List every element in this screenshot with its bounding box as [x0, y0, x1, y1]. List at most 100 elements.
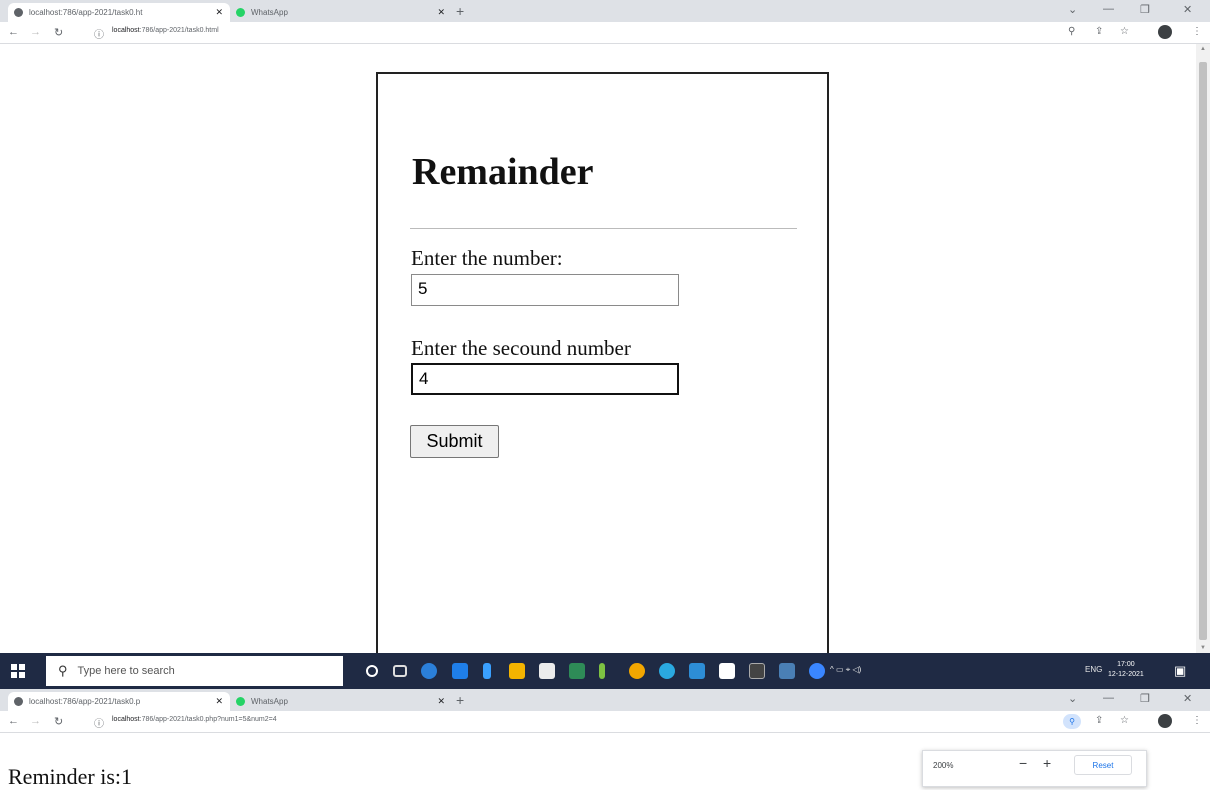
windows-taskbar: ⚲ Type here to search ^ ▭ ⌖ ◁) ENG 17:00…: [0, 653, 1210, 689]
whatsapp-icon: [236, 697, 245, 706]
info-icon[interactable]: ⓘ: [94, 26, 104, 41]
close-tab-icon[interactable]: ✕: [215, 7, 223, 18]
photos-icon[interactable]: [569, 663, 585, 679]
url-host: localhost: [112, 716, 140, 723]
profile-avatar[interactable]: [1158, 25, 1172, 39]
tab-whatsapp[interactable]: WhatsApp ✕: [230, 692, 452, 711]
second-number-label: Enter the secound number: [411, 336, 631, 360]
close-window-button[interactable]: ✕: [1183, 692, 1192, 705]
notification-icon[interactable]: ▣: [1174, 663, 1186, 679]
chrome-icon[interactable]: [629, 663, 645, 679]
app-icon[interactable]: [483, 663, 491, 679]
forward-icon[interactable]: →: [30, 26, 41, 38]
maximize-button[interactable]: ❐: [1140, 3, 1150, 16]
image-viewer-icon[interactable]: [719, 663, 735, 679]
tab-task0-php[interactable]: localhost:786/app-2021/task0.p ✕: [8, 692, 230, 711]
clock-date: 12-12-2021: [1108, 671, 1144, 678]
share-icon[interactable]: ⇪: [1095, 715, 1103, 726]
result-text: Reminder is:1: [8, 764, 133, 789]
zoom-icon[interactable]: ⚲: [1068, 26, 1075, 37]
task-view-icon[interactable]: [393, 665, 407, 677]
tab-title: localhost:786/app-2021/task0.p: [29, 697, 141, 706]
pen-icon[interactable]: [599, 663, 605, 679]
form-card: Remainder Enter the number: 5 Enter the …: [376, 72, 829, 653]
vscode-icon[interactable]: [689, 663, 705, 679]
first-number-label: Enter the number:: [411, 246, 563, 270]
tab-title: WhatsApp: [251, 697, 288, 706]
reload-icon[interactable]: ↻: [54, 26, 63, 39]
reload-icon[interactable]: ↻: [54, 715, 63, 728]
close-tab-icon[interactable]: ✕: [437, 7, 445, 18]
minimize-button[interactable]: —: [1103, 692, 1114, 704]
address-bar[interactable]: localhost:786/app-2021/task0.html: [112, 27, 219, 34]
help-icon[interactable]: [809, 663, 825, 679]
new-tab-button[interactable]: +: [456, 3, 464, 19]
maximize-button[interactable]: ❐: [1140, 692, 1150, 705]
result-page: Reminder is:1 200% − + Reset: [0, 733, 1210, 789]
zoom-indicator-icon[interactable]: ⚲: [1063, 714, 1081, 729]
whatsapp-icon: [236, 8, 245, 17]
share-icon[interactable]: ⇪: [1095, 26, 1103, 37]
url-host: localhost: [112, 27, 140, 34]
page-viewport: Remainder Enter the number: 5 Enter the …: [0, 44, 1210, 653]
submit-button[interactable]: Submit: [410, 425, 499, 458]
zoom-level: 200%: [933, 761, 954, 770]
info-icon[interactable]: ⓘ: [94, 715, 104, 730]
url-path: :786/app-2021/task0.php?num1=5&num2=4: [139, 716, 277, 723]
tab-search-icon[interactable]: ⌄: [1068, 692, 1077, 705]
minimize-button[interactable]: —: [1103, 3, 1114, 15]
first-number-input[interactable]: 5: [411, 274, 679, 306]
search-icon: ⚲: [58, 663, 68, 678]
address-bar[interactable]: localhost:786/app-2021/task0.php?num1=5&…: [112, 716, 277, 723]
scrollbar[interactable]: ▲ ▼: [1196, 44, 1210, 653]
terminal-icon[interactable]: [749, 663, 765, 679]
browser-toolbar-2: ← → ↻ ⓘ localhost:786/app-2021/task0.php…: [0, 711, 1210, 733]
windows-start-icon[interactable]: [11, 664, 25, 678]
bookmark-star-icon[interactable]: ☆: [1120, 26, 1129, 37]
notepad-icon[interactable]: [779, 663, 795, 679]
tab-search-icon[interactable]: ⌄: [1068, 3, 1077, 16]
globe-icon: [14, 697, 23, 706]
zoom-in-button[interactable]: +: [1043, 755, 1051, 771]
language-indicator[interactable]: ENG: [1085, 665, 1102, 674]
close-tab-icon[interactable]: ✕: [437, 696, 445, 707]
search-placeholder: Type here to search: [77, 665, 175, 677]
zoom-out-button[interactable]: −: [1019, 755, 1027, 771]
divider: [410, 228, 797, 229]
menu-dots-icon[interactable]: ⋮: [1192, 715, 1202, 726]
bookmark-star-icon[interactable]: ☆: [1120, 715, 1129, 726]
clock[interactable]: 17:00 12-12-2021: [1108, 660, 1144, 680]
back-icon[interactable]: ←: [8, 715, 19, 727]
close-tab-icon[interactable]: ✕: [215, 696, 223, 707]
tab-task0-html[interactable]: localhost:786/app-2021/task0.ht ✕: [8, 3, 230, 22]
close-window-button[interactable]: ✕: [1183, 3, 1192, 16]
app-blue-icon[interactable]: [659, 663, 675, 679]
dropbox-icon[interactable]: [452, 663, 468, 679]
globe-icon: [14, 8, 23, 17]
zoom-reset-button[interactable]: Reset: [1074, 755, 1132, 775]
clock-time: 17:00: [1117, 661, 1135, 668]
back-icon[interactable]: ←: [8, 26, 19, 38]
tab-title: WhatsApp: [251, 8, 288, 17]
scroll-down-icon[interactable]: ▼: [1200, 645, 1206, 651]
profile-avatar[interactable]: [1158, 714, 1172, 728]
page-title: Remainder: [412, 151, 594, 193]
cortana-icon[interactable]: [366, 665, 378, 677]
forward-icon[interactable]: →: [30, 715, 41, 727]
browser-toolbar: ← → ↻ ⓘ localhost:786/app-2021/task0.htm…: [0, 22, 1210, 44]
menu-dots-icon[interactable]: ⋮: [1192, 26, 1202, 37]
edge-icon[interactable]: [421, 663, 437, 679]
store-icon[interactable]: [539, 663, 555, 679]
tab-whatsapp[interactable]: WhatsApp ✕: [230, 3, 452, 22]
url-path: :786/app-2021/task0.html: [139, 27, 219, 34]
tab-title: localhost:786/app-2021/task0.ht: [29, 8, 143, 17]
new-tab-button[interactable]: +: [456, 692, 464, 708]
taskbar-search[interactable]: ⚲ Type here to search: [46, 656, 343, 686]
tab-strip: localhost:786/app-2021/task0.ht ✕ WhatsA…: [0, 0, 1210, 22]
file-explorer-icon[interactable]: [509, 663, 525, 679]
scroll-up-icon[interactable]: ▲: [1200, 46, 1206, 52]
second-number-input[interactable]: 4: [411, 363, 679, 395]
tray-icons[interactable]: ^ ▭ ⌖ ◁): [830, 665, 861, 675]
zoom-popup: 200% − + Reset: [922, 750, 1147, 787]
scrollbar-thumb[interactable]: [1199, 62, 1207, 640]
